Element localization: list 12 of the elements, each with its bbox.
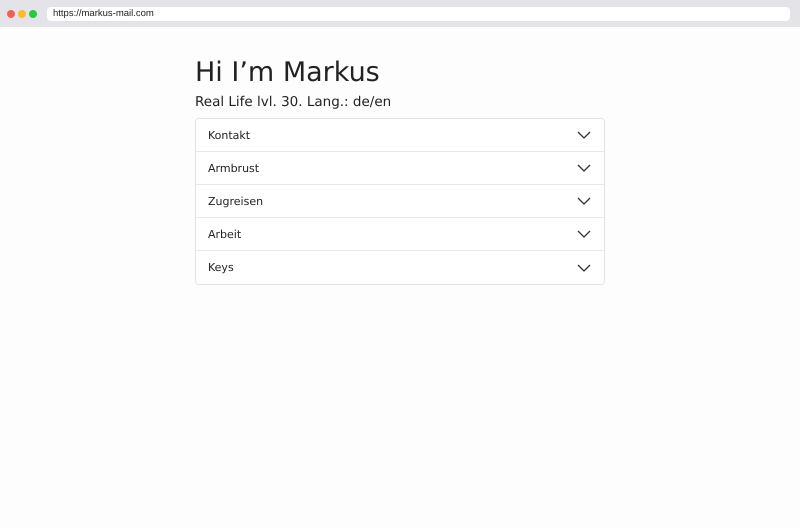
address-field[interactable]: https://markus-mail.com bbox=[47, 6, 790, 20]
chevron-icon bbox=[577, 230, 591, 238]
chevron-icon bbox=[577, 197, 591, 205]
chevron-icon bbox=[577, 164, 591, 172]
maximize-window-icon[interactable] bbox=[29, 10, 37, 18]
chevron-icon bbox=[577, 264, 591, 272]
page-subtitle: Real Life lvl. 30. Lang.: de/en bbox=[195, 94, 392, 110]
chevron-icon bbox=[577, 131, 591, 139]
accordion-header[interactable]: Kontakt bbox=[196, 119, 604, 152]
page-heading: Hi I’m Markus bbox=[195, 57, 381, 88]
minimize-window-icon[interactable] bbox=[18, 10, 26, 18]
close-window-icon[interactable] bbox=[7, 10, 15, 18]
